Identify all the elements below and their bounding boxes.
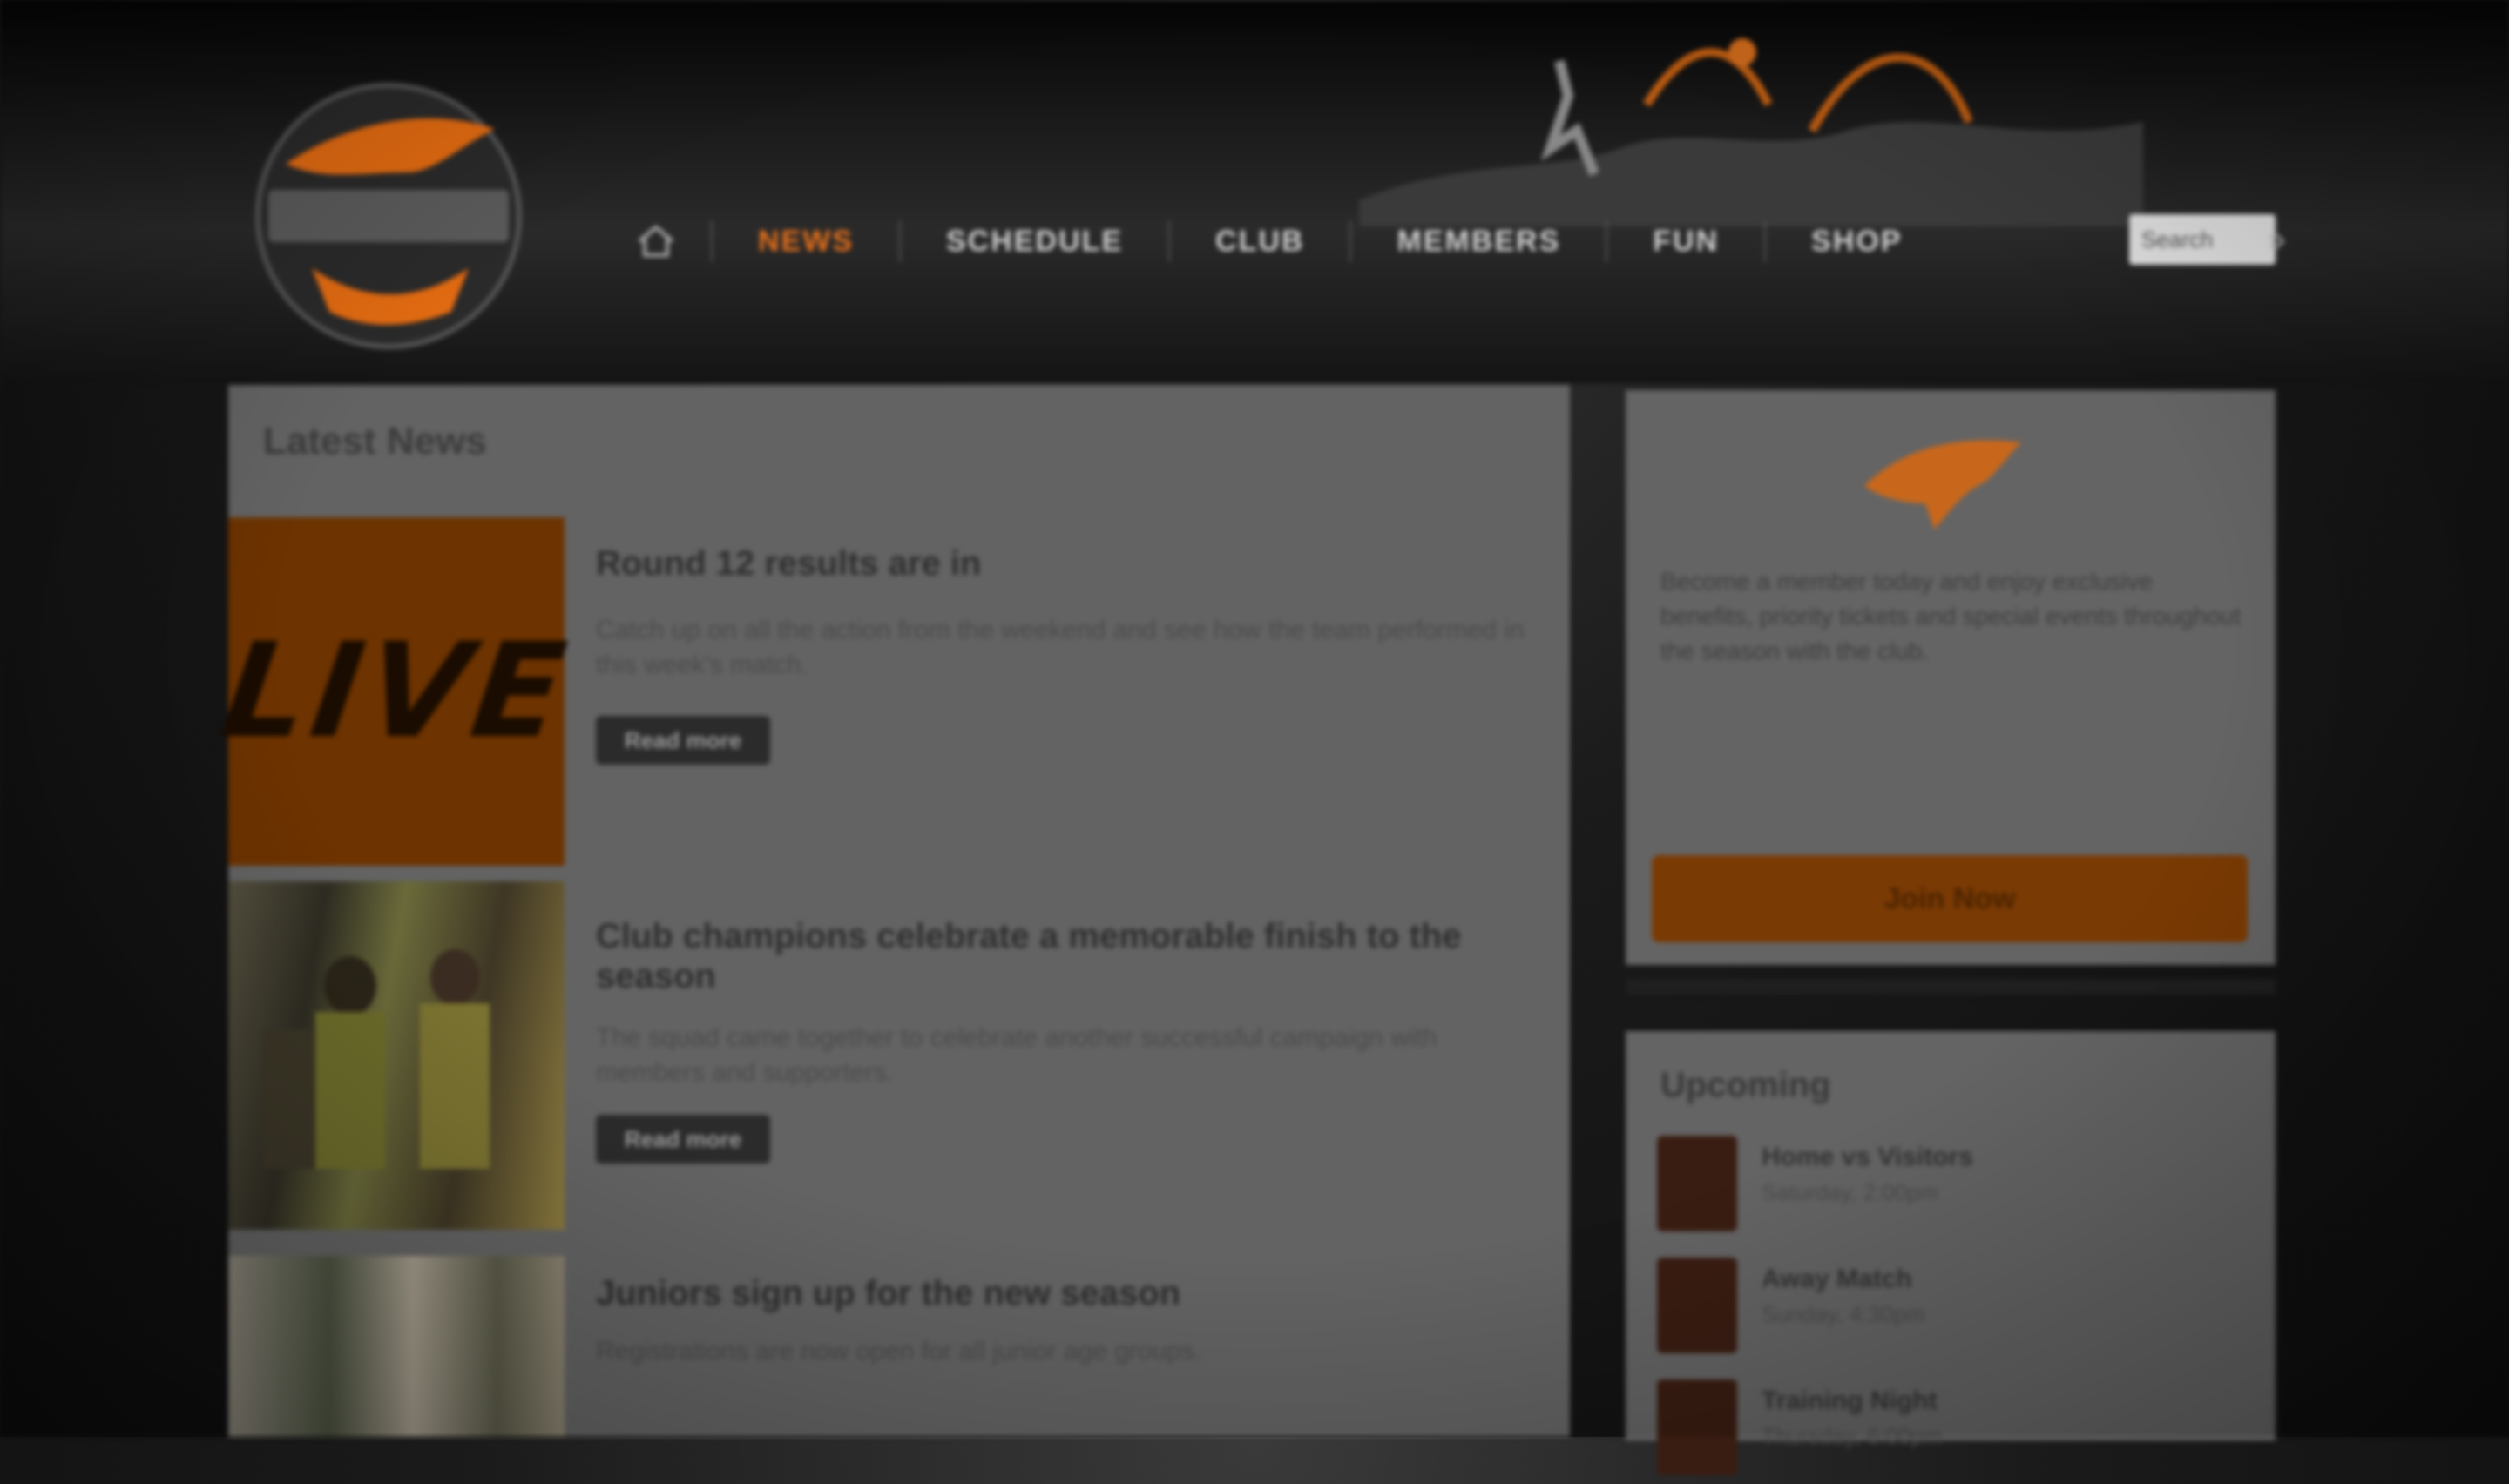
nav-item-members[interactable]: MEMBERS — [1351, 225, 1606, 259]
news-summary: The squad came together to celebrate ano… — [596, 1023, 1437, 1087]
list-item[interactable]: Away Match Sunday, 4:30pm — [1657, 1258, 2249, 1362]
header-artwork — [1359, 38, 2143, 226]
news-thumbnail[interactable] — [228, 1256, 565, 1437]
list-item[interactable]: Home vs Visitors Saturday, 2:00pm — [1657, 1136, 2249, 1240]
news-title[interactable]: Round 12 results are in — [596, 543, 1537, 583]
news-item: Juniors sign up for the new season Regis… — [228, 1256, 1570, 1437]
upcoming-box: Upcoming Home vs Visitors Saturday, 2:00… — [1626, 1031, 2276, 1475]
read-more-button[interactable]: Read more — [596, 1115, 770, 1164]
search-button[interactable]: » — [2258, 216, 2295, 263]
nav-item-club[interactable]: CLUB — [1170, 225, 1349, 259]
news-thumbnail[interactable]: LIVE — [214, 517, 578, 866]
read-more-button[interactable]: Read more — [596, 716, 770, 765]
page-title: Latest News — [263, 420, 487, 462]
list-thumbnail — [1657, 1379, 1737, 1475]
news-summary: Catch up on all the action from the week… — [596, 616, 1525, 679]
news-thumbnail[interactable] — [228, 881, 565, 1230]
nav-item-schedule[interactable]: SCHEDULE — [901, 225, 1168, 259]
home-icon[interactable] — [636, 224, 676, 259]
list-thumbnail — [1657, 1258, 1737, 1353]
promo-text: Become a member today and enjoy exclusiv… — [1660, 568, 2242, 664]
nav-item-fun[interactable]: FUN — [1607, 225, 1764, 259]
nav-item-news[interactable]: NEWS — [713, 225, 899, 259]
team-photo — [263, 949, 490, 1169]
kangaroo-icon — [1864, 440, 2021, 530]
list-item[interactable]: Training Night Thursday, 6:00pm — [1657, 1379, 2249, 1484]
news-item: Club champions celebrate a memorable fin… — [228, 881, 1570, 1247]
list-item-title: Away Match — [1762, 1265, 1912, 1293]
club-logo[interactable] — [233, 68, 544, 355]
list-thumbnail — [1657, 1136, 1737, 1231]
membership-promo: Become a member today and enjoy exclusiv… — [1626, 390, 2276, 965]
news-title[interactable]: Juniors sign up for the new season — [596, 1273, 1537, 1313]
main-nav: NEWS SCHEDULE CLUB MEMBERS FUN SHOP — [610, 202, 1948, 280]
box-title: Upcoming — [1660, 1066, 1831, 1104]
news-panel: Latest News LIVE Round 12 results are in… — [214, 385, 1570, 1437]
news-item: LIVE Round 12 results are in Catch up on… — [214, 517, 1570, 883]
divider — [1626, 979, 2276, 995]
news-summary: Registrations are now open for all junio… — [596, 1337, 1202, 1366]
live-graphic-text: LIVE — [213, 616, 579, 767]
list-item-title: Home vs Visitors — [1762, 1143, 1973, 1171]
list-item-subtitle: Saturday, 2:00pm — [1762, 1179, 1939, 1205]
list-item-title: Training Night — [1762, 1386, 1938, 1415]
join-button[interactable]: Join Now — [1652, 855, 2248, 942]
news-title[interactable]: Club champions celebrate a memorable fin… — [596, 916, 1537, 996]
search-input[interactable]: Search — [2129, 214, 2276, 265]
site-header: NEWS SCHEDULE CLUB MEMBERS FUN SHOP Sear… — [0, 0, 2509, 383]
nav-item-shop[interactable]: SHOP — [1766, 225, 1947, 259]
list-item-subtitle: Sunday, 4:30pm — [1762, 1301, 1925, 1327]
